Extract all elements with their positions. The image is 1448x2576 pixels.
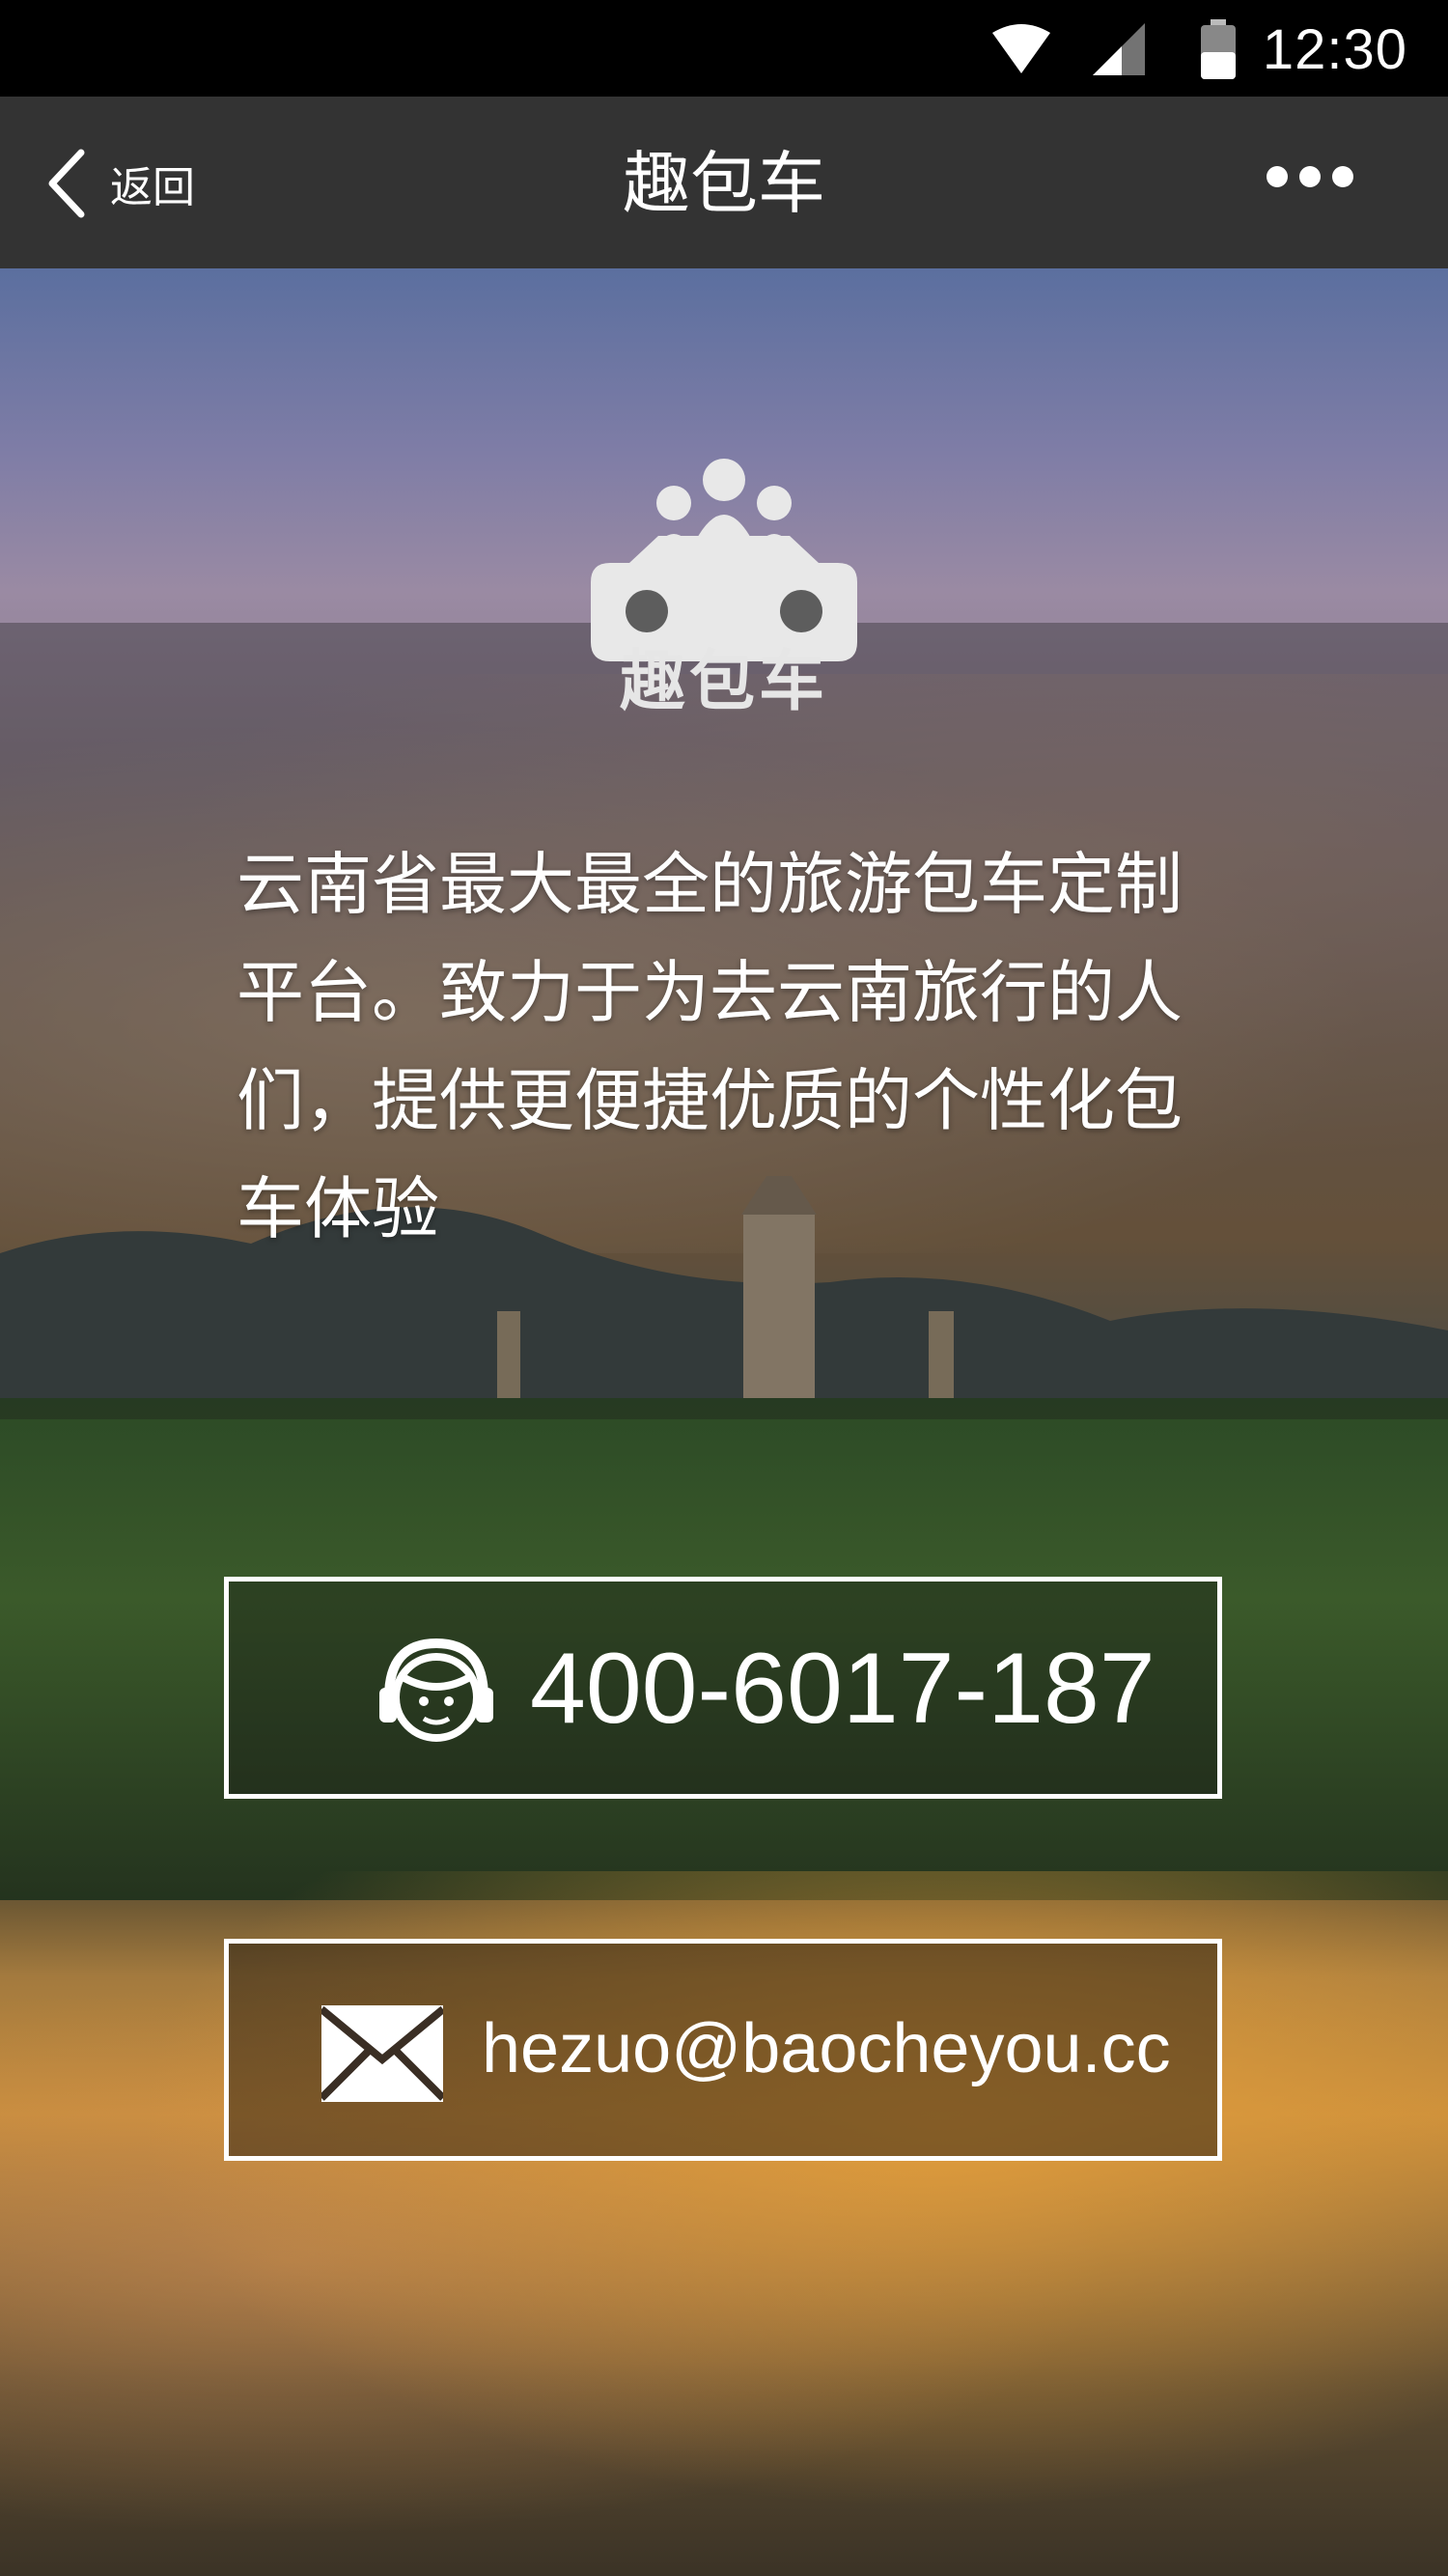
- email-address: hezuo@baocheyou.cc: [482, 2010, 1171, 2087]
- logo-text: 趣包车: [619, 644, 828, 720]
- status-bar: 12:30: [0, 0, 1448, 97]
- phone-button[interactable]: 400-6017-187: [224, 1577, 1222, 1799]
- envelope-icon: [321, 2005, 443, 2102]
- nav-bar: 返回 趣包车: [0, 97, 1448, 268]
- phone-number: 400-6017-187: [530, 1633, 1156, 1745]
- more-dot: [1332, 166, 1353, 187]
- customer-service-headset-icon: [379, 1638, 493, 1742]
- cell-signal-icon: [1093, 23, 1145, 75]
- description-text: 云南省最大最全的旅游包车定制平台。致力于为去云南旅行的人们，提供更便捷优质的个性…: [237, 845, 1183, 1248]
- battery-icon: [1201, 19, 1236, 79]
- email-button[interactable]: hezuo@baocheyou.cc: [224, 1939, 1222, 2161]
- wifi-icon: [992, 24, 1050, 73]
- more-button[interactable]: [1267, 166, 1402, 205]
- status-time: 12:30: [1262, 18, 1407, 81]
- more-dot: [1267, 166, 1288, 187]
- more-dot: [1299, 166, 1321, 187]
- page-title: 趣包车: [623, 144, 825, 223]
